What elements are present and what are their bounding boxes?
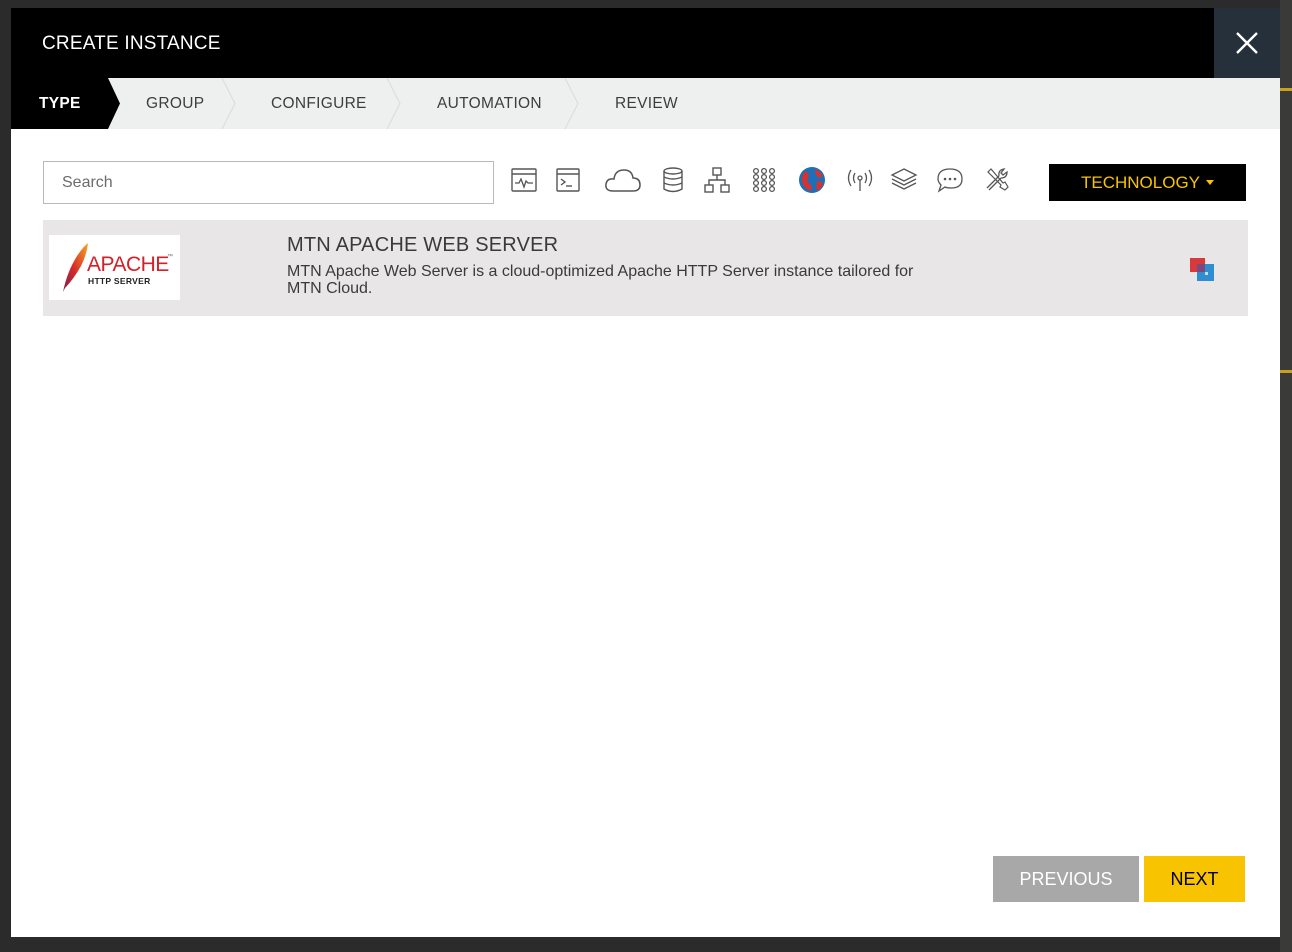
grid-icon <box>752 167 776 193</box>
tools-icon <box>986 168 1009 191</box>
caret-down-icon <box>1206 180 1215 185</box>
filter-grid-button[interactable] <box>748 164 780 196</box>
filter-terminal-button[interactable] <box>552 164 584 196</box>
close-button[interactable] <box>1214 8 1280 78</box>
wireless-icon <box>847 169 873 191</box>
technology-dropdown-button[interactable]: TECHNOLOGY <box>1049 164 1246 201</box>
instance-type-description: MTN Apache Web Server is a cloud-optimiz… <box>287 263 914 297</box>
wizard-step-type[interactable]: TYPE <box>39 78 81 129</box>
filter-layers-button[interactable] <box>888 164 920 196</box>
page-backdrop <box>1280 0 1292 952</box>
instance-type-icon <box>1190 258 1214 281</box>
filter-database-button[interactable] <box>657 164 689 196</box>
filter-network-button[interactable] <box>701 164 733 196</box>
apache-logo: APACHE ™ HTTP SERVER <box>49 235 180 300</box>
modal-title: CREATE INSTANCE <box>42 33 221 54</box>
next-button[interactable]: NEXT <box>1144 856 1245 902</box>
network-icon <box>704 167 730 193</box>
logo-subtext: HTTP SERVER <box>88 276 151 286</box>
filter-monitoring-button[interactable] <box>508 164 540 196</box>
monitoring-icon <box>511 168 537 192</box>
wizard-step-configure[interactable]: CONFIGURE <box>271 78 367 129</box>
modal-header: CREATE INSTANCE <box>11 8 1214 78</box>
filter-chat-button[interactable] <box>934 164 966 196</box>
cloud-icon <box>605 169 641 192</box>
step-separator <box>221 78 236 129</box>
previous-button[interactable]: PREVIOUS <box>993 856 1139 902</box>
close-icon <box>1236 32 1258 54</box>
wizard-step-review[interactable]: REVIEW <box>615 78 678 129</box>
step-separator <box>564 78 579 129</box>
globe-icon <box>799 167 825 193</box>
filter-tools-button[interactable] <box>981 164 1013 196</box>
step-separator <box>386 78 401 129</box>
filter-globe-button[interactable] <box>796 164 828 196</box>
wizard-step-group[interactable]: GROUP <box>146 78 204 129</box>
terminal-icon <box>556 168 580 192</box>
chat-icon <box>937 168 963 193</box>
logo-text: APACHE <box>87 253 169 276</box>
database-icon <box>663 167 683 193</box>
wizard-steps: TYPE GROUP CONFIGURE AUTOMATION REVIEW <box>11 78 1280 129</box>
layers-icon <box>890 168 918 190</box>
technology-button-label: TECHNOLOGY <box>1080 173 1201 192</box>
instance-type-title: MTN APACHE WEB SERVER <box>287 234 559 256</box>
create-instance-modal: CREATE INSTANCE TYPE GROUP CONFIGURE AUT… <box>11 8 1280 937</box>
instance-type-row[interactable]: APACHE ™ HTTP SERVER MTN APACHE WEB SERV… <box>43 220 1248 316</box>
wizard-step-automation[interactable]: AUTOMATION <box>437 78 542 129</box>
filter-wireless-button[interactable] <box>844 164 876 196</box>
filter-cloud-button[interactable] <box>603 164 643 196</box>
search-input[interactable] <box>43 161 494 204</box>
